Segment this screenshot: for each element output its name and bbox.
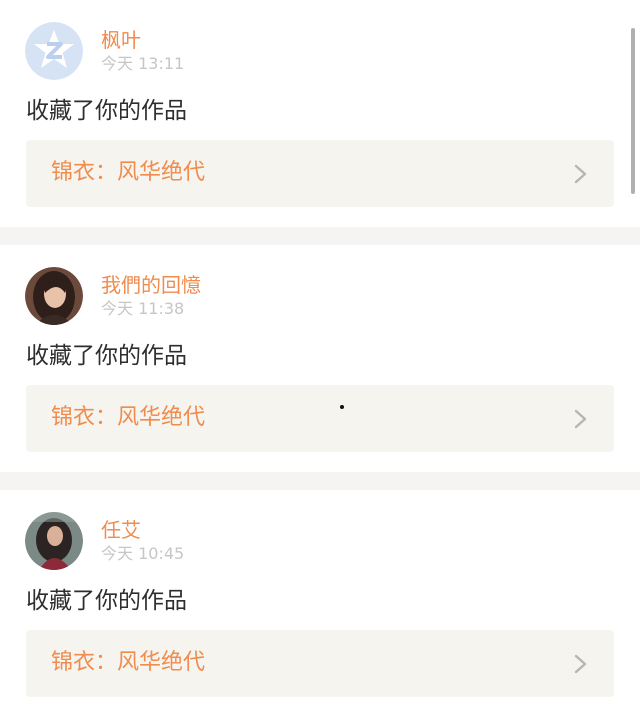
notification-item: 我們的回憶 今天 11:38 收藏了你的作品 锦衣：风华绝代	[0, 245, 640, 472]
work-title: 锦衣：风华绝代	[51, 160, 206, 185]
notification-feed: 枫叶 今天 13:11 收藏了你的作品 锦衣：风华绝代 我們的回憶 今天 11:…	[0, 0, 640, 717]
work-link[interactable]: 锦衣：风华绝代	[26, 140, 614, 207]
scrollbar[interactable]	[631, 28, 635, 194]
user-photo-icon	[25, 512, 83, 570]
work-title: 锦衣：风华绝代	[51, 405, 206, 430]
user-name[interactable]: 我們的回憶	[101, 272, 201, 298]
notification-item: 任艾 今天 10:45 收藏了你的作品 锦衣：风华绝代	[0, 490, 640, 717]
timestamp: 今天 13:11	[101, 54, 185, 73]
work-link[interactable]: 锦衣：风华绝代	[26, 385, 614, 452]
chevron-right-icon	[574, 654, 587, 674]
avatar[interactable]	[25, 22, 83, 80]
user-name[interactable]: 任艾	[101, 517, 141, 543]
chevron-right-icon	[574, 164, 587, 184]
qq-default-avatar-icon	[25, 22, 83, 80]
avatar[interactable]	[25, 512, 83, 570]
user-photo-icon	[25, 267, 83, 325]
work-title: 锦衣：风华绝代	[51, 650, 206, 675]
action-text: 收藏了你的作品	[26, 588, 187, 614]
work-link[interactable]: 锦衣：风华绝代	[26, 630, 614, 697]
chevron-right-icon	[574, 409, 587, 429]
separator	[0, 472, 640, 490]
user-name[interactable]: 枫叶	[101, 27, 141, 53]
notification-item: 枫叶 今天 13:11 收藏了你的作品 锦衣：风华绝代	[0, 0, 640, 227]
avatar[interactable]	[25, 267, 83, 325]
timestamp: 今天 10:45	[101, 544, 185, 563]
timestamp: 今天 11:38	[101, 299, 185, 318]
separator	[0, 227, 640, 245]
action-text: 收藏了你的作品	[26, 343, 187, 369]
touch-indicator	[340, 405, 344, 409]
action-text: 收藏了你的作品	[26, 98, 187, 124]
